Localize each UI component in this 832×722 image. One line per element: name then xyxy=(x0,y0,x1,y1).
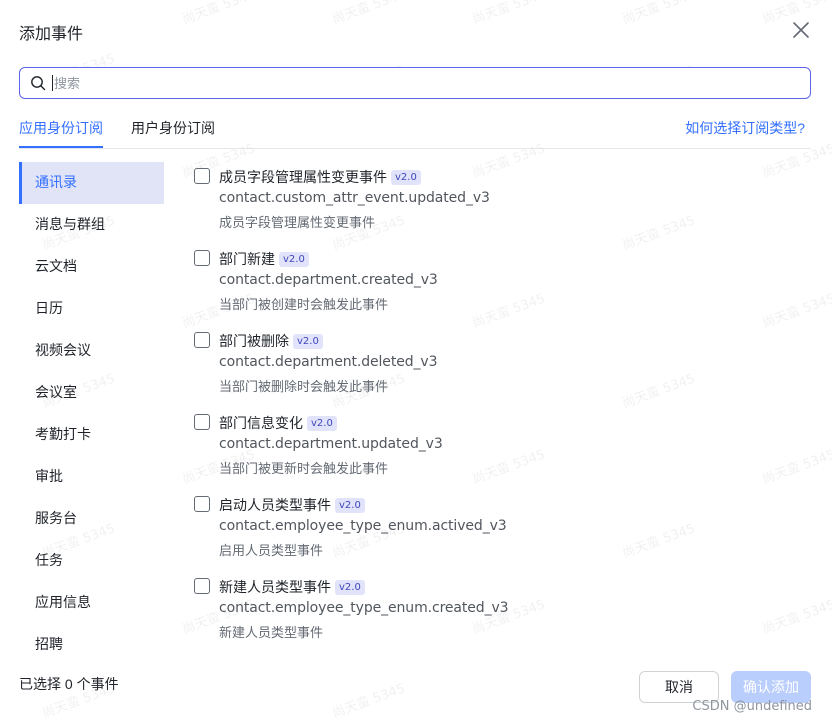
event-item: 成员字段管理属性变更事件 v2.0 contact.custom_attr_eve… xyxy=(194,162,794,244)
event-list: 成员字段管理属性变更事件 v2.0 contact.custom_attr_eve… xyxy=(194,162,794,642)
event-description: 当部门被更新时会触发此事件 xyxy=(219,461,389,476)
close-icon xyxy=(792,21,810,44)
event-checkbox[interactable] xyxy=(194,496,210,512)
event-description: 启用人员类型事件 xyxy=(219,543,324,558)
version-badge: v2.0 xyxy=(335,579,365,595)
event-name: 启动人员类型事件 xyxy=(219,497,331,513)
event-key: contact.department.deleted_v3 xyxy=(219,354,438,370)
event-key: contact.custom_attr_event.updated_v3 xyxy=(219,190,490,206)
event-key: contact.department.created_v3 xyxy=(219,272,438,288)
dialog-title: 添加事件 xyxy=(19,26,84,43)
event-description: 新建人员类型事件 xyxy=(219,625,324,640)
sidebar-item-attendance[interactable]: 考勤打卡 xyxy=(19,414,164,456)
sidebar-item-recruiting[interactable]: 招聘 xyxy=(19,624,164,650)
version-badge: v2.0 xyxy=(307,415,337,431)
event-item: 部门信息变化 v2.0 contact.department.updated_v3… xyxy=(194,408,794,490)
event-name: 成员字段管理属性变更事件 xyxy=(219,169,387,185)
close-button[interactable] xyxy=(788,19,814,45)
watermark-credit: CSDN @undefined xyxy=(692,699,812,714)
sidebar-item-contacts[interactable]: 通讯录 xyxy=(19,162,164,204)
event-name: 新建人员类型事件 xyxy=(219,579,331,595)
text-caret xyxy=(52,75,53,91)
tab-user-identity[interactable]: 用户身份订阅 xyxy=(131,118,215,138)
sidebar-item-tasks[interactable]: 任务 xyxy=(19,540,164,582)
event-checkbox[interactable] xyxy=(194,332,210,348)
search-icon xyxy=(30,75,46,91)
selected-count: 已选择 0 个事件 xyxy=(19,676,119,692)
event-checkbox[interactable] xyxy=(194,578,210,594)
event-key: contact.employee_type_enum.actived_v3 xyxy=(219,518,507,534)
event-checkbox[interactable] xyxy=(194,250,210,266)
add-event-dialog: 添加事件 应用身份订阅 用户身份订阅 如何选择订阅类型? 通讯录 消息与群组 云… xyxy=(0,0,832,722)
event-item: 部门被删除 v2.0 contact.department.deleted_v3 … xyxy=(194,326,794,408)
search-input[interactable] xyxy=(54,75,754,91)
version-badge: v2.0 xyxy=(293,333,323,349)
event-checkbox[interactable] xyxy=(194,414,210,430)
version-badge: v2.0 xyxy=(335,497,365,513)
event-key: contact.employee_type_enum.created_v3 xyxy=(219,600,509,616)
sidebar-item-docs[interactable]: 云文档 xyxy=(19,246,164,288)
version-badge: v2.0 xyxy=(279,251,309,267)
sidebar-item-messages[interactable]: 消息与群组 xyxy=(19,204,164,246)
event-description: 当部门被删除时会触发此事件 xyxy=(219,379,389,394)
event-item: 部门新建 v2.0 contact.department.created_v3 当… xyxy=(194,244,794,326)
event-item: 新建人员类型事件 v2.0 contact.employee_type_enum.… xyxy=(194,572,794,642)
event-description: 当部门被创建时会触发此事件 xyxy=(219,297,389,312)
sidebar-item-calendar[interactable]: 日历 xyxy=(19,288,164,330)
subscription-tabs: 应用身份订阅 用户身份订阅 如何选择订阅类型? xyxy=(19,108,811,149)
sidebar-item-approval[interactable]: 审批 xyxy=(19,456,164,498)
version-badge: v2.0 xyxy=(391,169,421,185)
sidebar-item-app-info[interactable]: 应用信息 xyxy=(19,582,164,624)
tab-app-identity[interactable]: 应用身份订阅 xyxy=(19,118,103,148)
event-name: 部门信息变化 xyxy=(219,415,303,431)
search-box[interactable] xyxy=(19,67,811,99)
help-link[interactable]: 如何选择订阅类型? xyxy=(685,118,805,138)
event-checkbox[interactable] xyxy=(194,168,210,184)
event-name: 部门被删除 xyxy=(219,333,289,349)
sidebar-item-video-meeting[interactable]: 视频会议 xyxy=(19,330,164,372)
event-item: 启动人员类型事件 v2.0 contact.employee_type_enum.… xyxy=(194,490,794,572)
sidebar-item-helpdesk[interactable]: 服务台 xyxy=(19,498,164,540)
event-description: 成员字段管理属性变更事件 xyxy=(219,215,376,230)
category-sidebar: 通讯录 消息与群组 云文档 日历 视频会议 会议室 考勤打卡 审批 服务台 任务… xyxy=(19,162,164,650)
event-key: contact.department.updated_v3 xyxy=(219,436,443,452)
sidebar-item-meeting-room[interactable]: 会议室 xyxy=(19,372,164,414)
event-name: 部门新建 xyxy=(219,251,275,267)
